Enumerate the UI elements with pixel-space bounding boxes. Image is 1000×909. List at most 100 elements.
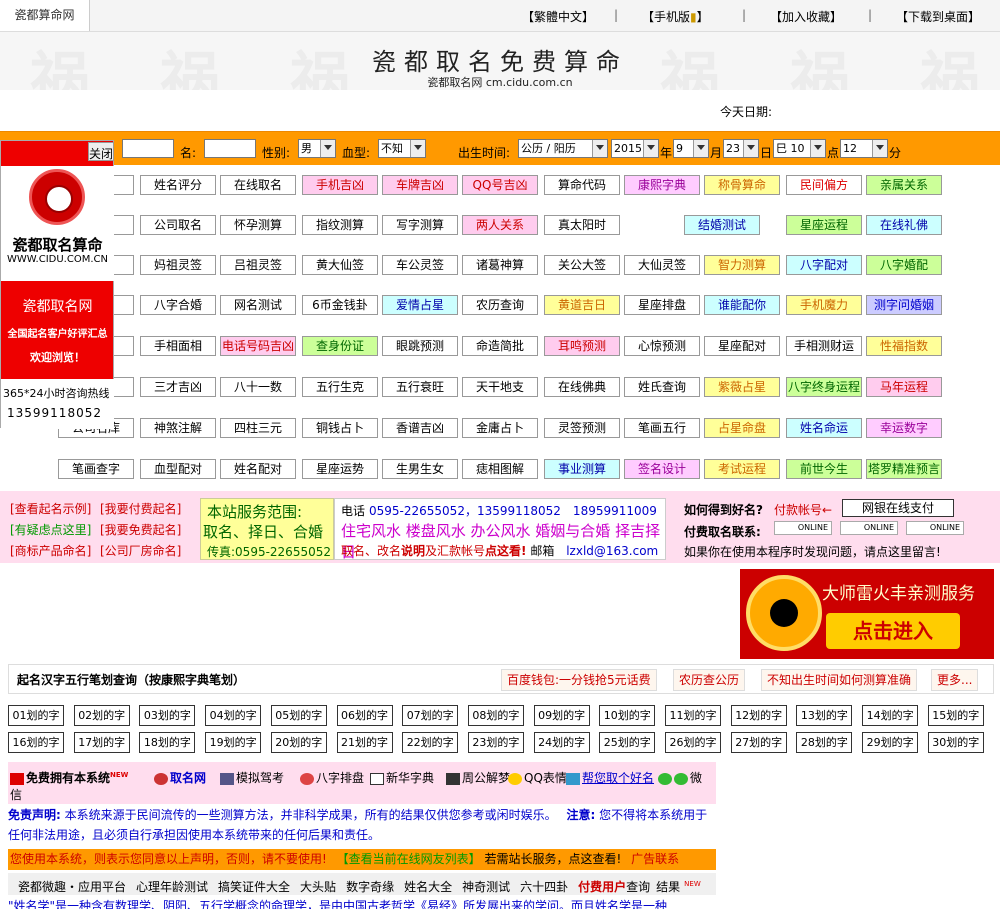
- stroke-count-button[interactable]: 20划的字: [270, 732, 327, 753]
- footer-link[interactable]: 姓名大全: [404, 880, 452, 894]
- tool-button[interactable]: 八十一数: [220, 377, 296, 397]
- tool-button[interactable]: 车牌吉凶: [382, 175, 458, 195]
- tool-button[interactable]: 塔罗精准预言: [866, 459, 942, 479]
- tool-button[interactable]: 6币金钱卦: [302, 295, 378, 315]
- tool-button[interactable]: 血型配对: [140, 459, 216, 479]
- tool-button[interactable]: 三才吉凶: [140, 377, 216, 397]
- footer-link[interactable]: 瓷都微趣・应用平台: [18, 880, 126, 894]
- tool-button[interactable]: 马年运程: [866, 377, 942, 397]
- tool-button[interactable]: 农历查询: [462, 295, 538, 315]
- stroke-count-button[interactable]: 25划的字: [599, 732, 656, 753]
- tool-button[interactable]: 网名测试: [220, 295, 296, 315]
- add-favorite-link[interactable]: 【加入收藏】: [770, 8, 842, 25]
- stroke-count-button[interactable]: 04划的字: [205, 705, 262, 726]
- tool-button[interactable]: 智力测算: [704, 255, 780, 275]
- tool-button[interactable]: 手相面相: [140, 336, 216, 356]
- tool-button[interactable]: 结婚测试: [684, 215, 760, 235]
- stroke-count-button[interactable]: 18划的字: [139, 732, 196, 753]
- stroke-count-button[interactable]: 02划的字: [73, 705, 130, 726]
- tool-button[interactable]: 姓名配对: [220, 459, 296, 479]
- tool-button[interactable]: 八字婚配: [866, 255, 942, 275]
- result-link[interactable]: 结果: [656, 880, 680, 894]
- tool-button[interactable]: 公司取名: [140, 215, 216, 235]
- stroke-count-button[interactable]: 28划的字: [796, 732, 853, 753]
- tool-button[interactable]: 姓名命运: [786, 418, 862, 438]
- stroke-count-button[interactable]: 30划的字: [927, 732, 984, 753]
- tool-button[interactable]: QQ号吉凶: [462, 175, 538, 195]
- tool-button[interactable]: 大仙灵签: [624, 255, 700, 275]
- tool-button[interactable]: 四柱三元: [220, 418, 296, 438]
- master-service-banner[interactable]: 大师雷火丰亲测服务 点击进入: [740, 569, 994, 659]
- tool-button[interactable]: 黄道吉日: [544, 295, 620, 315]
- gender-select[interactable]: 男: [298, 139, 336, 158]
- minute-select[interactable]: 12: [840, 139, 888, 158]
- tool-button[interactable]: 手机魔力: [786, 295, 862, 315]
- paid-naming-link[interactable]: [我要付费起名]: [100, 500, 181, 517]
- dictionary-link[interactable]: 新华字典: [370, 769, 434, 786]
- tool-button[interactable]: 心惊预测: [624, 336, 700, 356]
- qq-online-button[interactable]: ONLINE: [840, 521, 898, 535]
- tool-button[interactable]: 占星命盘: [704, 418, 780, 438]
- footer-link[interactable]: 神奇测试: [462, 880, 510, 894]
- paid-user-link[interactable]: 付费用户: [578, 880, 626, 894]
- example-link[interactable]: [查看起名示例]: [10, 500, 91, 517]
- stroke-count-button[interactable]: 01划的字: [8, 705, 64, 726]
- footer-link[interactable]: 心理年龄测试: [136, 880, 208, 894]
- feedback-link[interactable]: 如果你在使用本程序时发现问题，请点这里留言!: [684, 543, 941, 560]
- tool-button[interactable]: 真太阳时: [544, 215, 620, 235]
- bank-pay-button[interactable]: 网银在线支付: [842, 499, 954, 517]
- free-naming-link[interactable]: [我要免费起名]: [100, 521, 181, 538]
- online-users-link[interactable]: 【查看当前在线网友列表】: [337, 852, 481, 866]
- tool-button[interactable]: 算命代码: [544, 175, 620, 195]
- year-select[interactable]: 2015: [611, 139, 659, 158]
- tool-button[interactable]: 星座排盘: [624, 295, 700, 315]
- tool-button[interactable]: 手相测财运: [786, 336, 862, 356]
- tool-button[interactable]: 姓名评分: [140, 175, 216, 195]
- tool-button[interactable]: 笔画五行: [624, 418, 700, 438]
- tool-button[interactable]: 手机吉凶: [302, 175, 378, 195]
- tool-button[interactable]: 命造简批: [462, 336, 538, 356]
- tool-button[interactable]: 怀孕测算: [220, 215, 296, 235]
- tool-button[interactable]: 在线礼佛: [866, 215, 942, 235]
- tool-button[interactable]: 谁能配你: [704, 295, 780, 315]
- more-link[interactable]: 更多...: [931, 669, 979, 691]
- stroke-count-button[interactable]: 08划的字: [467, 705, 524, 726]
- tool-button[interactable]: 星座运势: [302, 459, 378, 479]
- tool-button[interactable]: 事业测算: [544, 459, 620, 479]
- tool-button[interactable]: 痣相图解: [462, 459, 538, 479]
- stroke-count-button[interactable]: 12划的字: [730, 705, 787, 726]
- tool-button[interactable]: 写字测算: [382, 215, 458, 235]
- tool-button[interactable]: 关公大签: [544, 255, 620, 275]
- tool-button[interactable]: 民间偏方: [786, 175, 862, 195]
- tool-button[interactable]: 吕祖灵签: [220, 255, 296, 275]
- wechat-link-tail[interactable]: 信: [10, 786, 22, 803]
- tool-button[interactable]: 性福指数: [866, 336, 942, 356]
- tool-button[interactable]: 笔画查字: [58, 459, 134, 479]
- stroke-count-button[interactable]: 29划的字: [862, 732, 919, 753]
- tool-button[interactable]: 在线佛典: [544, 377, 620, 397]
- naming-site-link[interactable]: 取名网: [154, 769, 206, 786]
- free-system-link[interactable]: 免费拥有本系统NEW: [10, 769, 128, 786]
- footer-link[interactable]: 搞笑证件大全: [218, 880, 290, 894]
- tool-button[interactable]: 称骨算命: [704, 175, 780, 195]
- stroke-count-button[interactable]: 10划的字: [599, 705, 656, 726]
- tool-button[interactable]: 爱情占星: [382, 295, 458, 315]
- help-naming-link[interactable]: 帮您取个好名: [566, 769, 654, 786]
- qq-online-button[interactable]: ONLINE: [774, 521, 832, 535]
- tool-button[interactable]: 测字问婚姻: [866, 295, 942, 315]
- tool-button[interactable]: 香谱吉凶: [382, 418, 458, 438]
- download-desktop-link[interactable]: 【下载到桌面】: [896, 8, 980, 25]
- hour-select[interactable]: 巳 10: [773, 139, 826, 158]
- tool-button[interactable]: 亲属关系: [866, 175, 942, 195]
- stroke-count-button[interactable]: 19划的字: [205, 732, 262, 753]
- tool-button[interactable]: 五行衰旺: [382, 377, 458, 397]
- webmaster-link[interactable]: 若需站长服务，点这查看!: [485, 852, 622, 866]
- stroke-count-button[interactable]: 11划的字: [665, 705, 721, 726]
- tool-button[interactable]: 姓氏查询: [624, 377, 700, 397]
- company-naming-link[interactable]: [公司厂房命名]: [100, 542, 181, 559]
- stroke-count-button[interactable]: 27划的字: [730, 732, 787, 753]
- tool-button[interactable]: 黄大仙签: [302, 255, 378, 275]
- qq-online-button[interactable]: ONLINE: [906, 521, 964, 535]
- tool-button[interactable]: 星座运程: [786, 215, 862, 235]
- mobile-version-link[interactable]: 【手机版▮】: [642, 8, 709, 25]
